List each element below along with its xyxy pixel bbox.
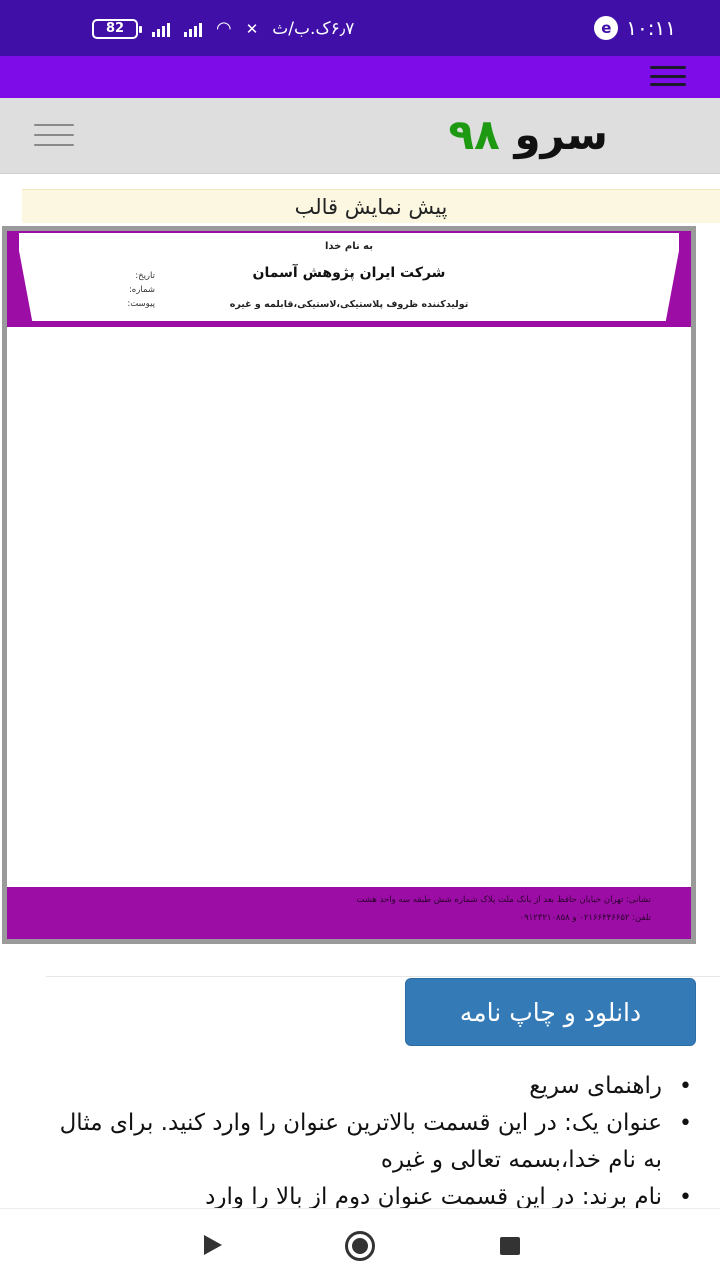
guide-item: عنوان یک: در این قسمت بالاترین عنوان را … — [40, 1105, 692, 1179]
notification-muted-icon: ✕ — [245, 19, 259, 38]
letterhead-address: نشانی: تهران خیابان حافظ بعد از بانک ملت… — [356, 895, 651, 905]
field-attachment: پیوست: — [127, 299, 155, 309]
quick-guide: راهنمای سریع عنوان یک: در این قسمت بالات… — [40, 1068, 692, 1216]
status-time: ۱۰:۱۱ — [626, 16, 676, 40]
logo-number: ۹۸ — [448, 110, 500, 159]
download-print-button[interactable]: دانلود و چاپ نامه — [405, 978, 696, 1046]
letterhead-footer: نشانی: تهران خیابان حافظ بعد از بانک ملت… — [7, 887, 691, 939]
recent-apps-icon[interactable] — [500, 1237, 520, 1255]
logo-word: سرو — [514, 110, 608, 159]
app-bar — [0, 56, 720, 98]
letterhead-header: به نام خدا شرکت ایران پژوهش آسمان تولیدک… — [7, 231, 691, 327]
guide-item: راهنمای سریع — [40, 1068, 692, 1105]
letterhead-body — [7, 327, 691, 887]
preview-label: پیش نمایش قالب — [22, 189, 720, 223]
signal-icon — [152, 21, 170, 37]
system-nav-bar — [0, 1208, 720, 1280]
letterhead-basmala: به نام خدا — [324, 241, 374, 252]
status-bar: 82 ◠ ✕ ۶٫۷ک.ب/ث e ۱۰:۱۱ — [0, 0, 720, 56]
network-speed: ۶٫۷ک.ب/ث — [272, 18, 355, 39]
signal-icon-2 — [184, 21, 202, 37]
site-menu-icon[interactable] — [34, 124, 74, 146]
field-date: تاریخ: — [135, 271, 155, 281]
app-notification-icon: e — [594, 16, 619, 40]
site-header: سرو ۹۸ — [0, 98, 720, 174]
back-icon[interactable] — [204, 1235, 222, 1255]
status-indicators: 82 ◠ ✕ ۶٫۷ک.ب/ث — [92, 18, 354, 39]
field-number: شماره: — [128, 285, 155, 295]
app-menu-icon[interactable] — [650, 66, 686, 86]
site-logo[interactable]: سرو ۹۸ — [449, 110, 608, 159]
battery-icon: 82 — [92, 18, 142, 39]
home-icon[interactable] — [345, 1231, 375, 1261]
status-time-group: e ۱۰:۱۱ — [594, 16, 676, 40]
wifi-icon: ◠ — [216, 18, 232, 39]
letterhead-preview: به نام خدا شرکت ایران پژوهش آسمان تولیدک… — [2, 226, 696, 944]
letterhead-fields: تاریخ: شماره: پیوست: — [115, 269, 155, 311]
divider — [46, 976, 720, 977]
letterhead-phone: تلفن: ۰۲۱۶۶۴۴۶۶۵۲ و ۰۹۱۲۳۲۱۰۸۵۸ — [519, 913, 652, 923]
battery-level: 82 — [105, 21, 125, 36]
letterhead-header-panel: به نام خدا شرکت ایران پژوهش آسمان تولیدک… — [19, 233, 679, 321]
